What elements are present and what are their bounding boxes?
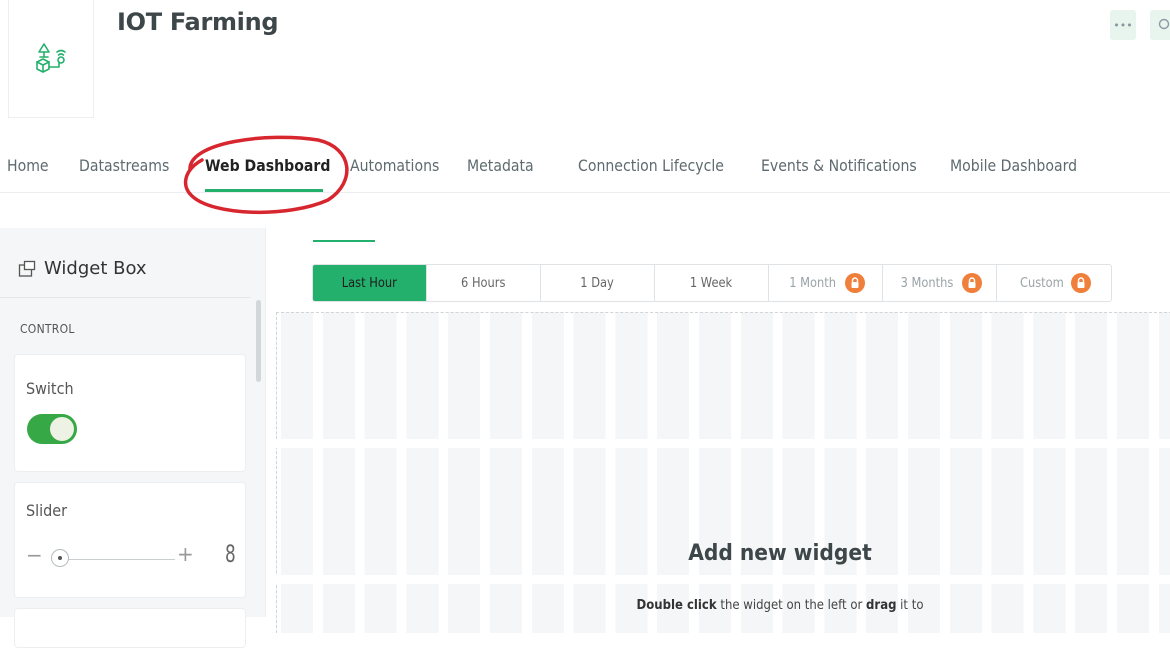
slider-thumb	[51, 549, 69, 567]
hint-text: it to	[896, 598, 924, 613]
tab-events-notifications[interactable]: Events & Notifications	[761, 156, 917, 175]
tab-connection-lifecycle[interactable]: Connection Lifecycle	[578, 156, 724, 175]
tab-home[interactable]: Home	[7, 156, 49, 175]
time-range-custom[interactable]: Custom	[997, 265, 1111, 301]
slider-plus-icon: +	[177, 542, 194, 566]
search-button[interactable]	[1150, 10, 1170, 40]
time-range-3-months[interactable]: 3 Months	[883, 265, 997, 301]
widget-card-switch[interactable]: Switch	[14, 354, 246, 472]
empty-state-hint: Double click the widget on the left or d…	[578, 598, 983, 613]
search-icon	[1158, 18, 1170, 30]
empty-state-title: Add new widget	[688, 541, 872, 566]
slider-value: 8	[225, 540, 236, 568]
time-range-6-hours[interactable]: 6 Hours	[427, 265, 541, 301]
time-range-selector: Last Hour 6 Hours 1 Day 1 Week 1 Month 3…	[312, 264, 1112, 302]
widget-box-header: Widget Box	[18, 258, 147, 279]
template-nav-tabs: Home Datastreams Web Dashboard Automatio…	[0, 148, 1170, 193]
hint-bold: drag	[866, 598, 897, 613]
active-tab-indicator	[205, 189, 323, 192]
product-title: IOT Farming	[117, 8, 279, 36]
hint-text: the widget on the left or	[716, 598, 867, 613]
widget-card-next[interactable]	[14, 608, 246, 648]
time-range-last-hour[interactable]: Last Hour	[313, 265, 427, 301]
tab-datastreams[interactable]: Datastreams	[79, 156, 169, 175]
tab-metadata[interactable]: Metadata	[467, 156, 534, 175]
product-logo	[8, 0, 94, 118]
widget-box-title: Widget Box	[44, 258, 147, 279]
time-range-1-day[interactable]: 1 Day	[541, 265, 655, 301]
switch-toggle-preview	[27, 414, 77, 444]
dashboard-canvas-grid[interactable]	[276, 312, 1170, 633]
widget-box-panel: Widget Box CONTROL Switch Slider − + 8	[0, 228, 266, 648]
hint-bold: Double click	[636, 598, 717, 613]
toggle-knob	[50, 417, 74, 441]
time-range-1-week[interactable]: 1 Week	[655, 265, 769, 301]
tab-web-dashboard[interactable]: Web Dashboard	[205, 156, 330, 175]
section-label-control: CONTROL	[20, 322, 75, 336]
widget-box-scrollbar[interactable]	[256, 300, 261, 382]
tab-mobile-dashboard[interactable]: Mobile Dashboard	[950, 156, 1077, 175]
slider-minus-icon: −	[26, 543, 43, 567]
widget-card-title: Switch	[26, 379, 74, 398]
widget-card-title: Slider	[26, 501, 68, 520]
widget-box-icon	[18, 260, 36, 277]
tab-automations[interactable]: Automations	[350, 156, 439, 175]
lock-icon	[1071, 273, 1092, 293]
time-range-1-month[interactable]: 1 Month	[769, 265, 883, 301]
dashboard-tab-indicator	[313, 240, 375, 242]
widget-card-slider[interactable]: Slider − + 8	[14, 482, 246, 598]
slider-track	[53, 559, 175, 560]
device-template-icon	[36, 42, 66, 73]
lock-icon	[844, 273, 865, 293]
lock-icon	[961, 273, 982, 293]
more-options-button[interactable]: •••	[1110, 10, 1136, 40]
divider	[0, 297, 250, 298]
